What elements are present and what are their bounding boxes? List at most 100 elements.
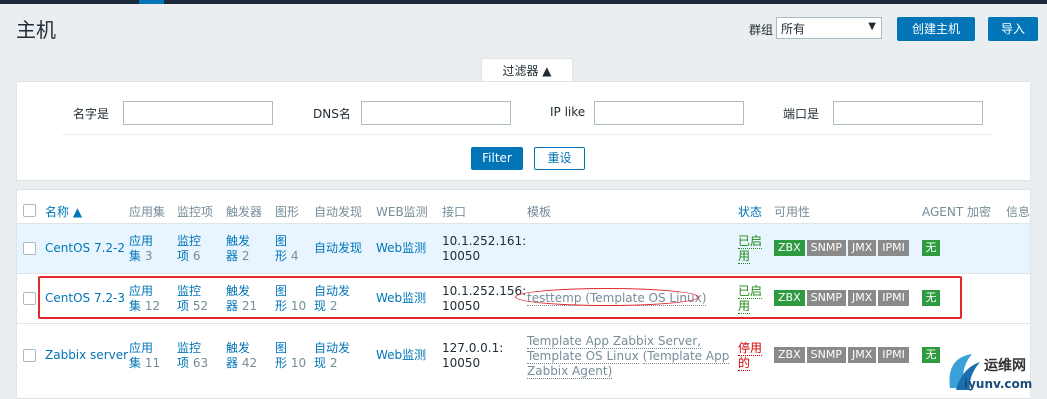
- ip-filter-input[interactable]: [594, 101, 744, 125]
- triggers-label: 触发: [226, 234, 251, 248]
- discovery-label-2: 现: [314, 356, 327, 370]
- header-applications: 应用集: [129, 205, 166, 219]
- graphs-label-2: 形: [275, 249, 288, 263]
- interface-ip: 127.0.0.1:: [442, 341, 504, 355]
- graphs-link[interactable]: 图形 4: [275, 234, 298, 264]
- ipmi-badge: IPMI: [878, 240, 909, 256]
- status-text-2: 用: [738, 249, 751, 264]
- items-label: 监控: [177, 234, 202, 248]
- port-filter-label: 端口是: [783, 107, 820, 121]
- triggers-count: 42: [241, 356, 258, 370]
- jmx-badge: JMX: [847, 240, 877, 256]
- snmp-badge: SNMP: [806, 347, 846, 363]
- interface-value: 127.0.0.1: 10050: [442, 341, 503, 371]
- encryption-badge: 无: [922, 347, 940, 363]
- graphs-count: 4: [290, 249, 299, 263]
- encryption-badge: 无: [922, 240, 940, 256]
- applications-count: 3: [144, 249, 153, 263]
- filter-tab[interactable]: 过滤器 ▲: [481, 58, 573, 82]
- host-name-link[interactable]: CentOS 7.2-2: [45, 241, 125, 256]
- select-all-checkbox[interactable]: [23, 204, 36, 217]
- watermark-url: iyunv.com: [964, 377, 1033, 391]
- dns-filter-input[interactable]: [361, 101, 511, 125]
- header-items: 监控项: [177, 205, 214, 219]
- reset-button[interactable]: 重设: [534, 147, 585, 170]
- ipmi-badge: IPMI: [878, 347, 909, 363]
- header-graphs: 图形: [275, 205, 300, 219]
- status-text-2: 的: [738, 356, 751, 371]
- items-count: 63: [192, 356, 209, 370]
- graphs-label-2: 形: [275, 356, 288, 370]
- template-parent-link[interactable]: Zabbix Agent): [527, 364, 613, 379]
- header-discovery: 自动发现: [314, 205, 363, 219]
- group-select-value: 所有: [781, 22, 806, 36]
- header-triggers: 触发器: [226, 205, 263, 219]
- status-text: 已启: [738, 234, 763, 249]
- triggers-link[interactable]: 触发器 42: [226, 341, 257, 371]
- triggers-link[interactable]: 触发器 2: [226, 234, 250, 264]
- row-checkbox[interactable]: [23, 292, 36, 305]
- page-title: 主机: [16, 18, 56, 42]
- import-button[interactable]: 导入: [988, 17, 1038, 41]
- applications-link[interactable]: 应用集 11: [129, 341, 160, 371]
- zbx-badge: ZBX: [774, 240, 805, 256]
- row-checkbox[interactable]: [23, 242, 36, 255]
- header-info: 信息: [1006, 205, 1031, 219]
- filter-button[interactable]: Filter: [471, 147, 523, 170]
- status-link[interactable]: 停用的: [738, 341, 763, 371]
- template-link[interactable]: Template App Zabbix Server,: [527, 334, 702, 349]
- availability-badges: ZBX SNMP JMX IPMI: [774, 240, 911, 256]
- graphs-link[interactable]: 图形 10: [275, 341, 306, 371]
- template-parent-link[interactable]: (Template App: [642, 349, 730, 364]
- triggers-label: 触发: [226, 341, 251, 355]
- triggers-count: 2: [241, 249, 250, 263]
- applications-label: 应用: [129, 234, 154, 248]
- port-filter-input[interactable]: [833, 101, 983, 125]
- graphs-label: 图: [275, 341, 288, 355]
- jmx-badge: JMX: [847, 347, 877, 363]
- header-status[interactable]: 状态: [738, 203, 762, 220]
- applications-label-2: 集: [129, 249, 142, 263]
- discovery-label: 自动发: [314, 341, 351, 355]
- create-host-button[interactable]: 创建主机: [897, 17, 975, 41]
- items-label-2: 项: [177, 249, 190, 263]
- header-name[interactable]: 名称 ▲: [45, 203, 82, 220]
- header-availability: 可用性: [774, 205, 811, 219]
- applications-label-2: 集: [129, 356, 142, 370]
- applications-link[interactable]: 应用集 3: [129, 234, 153, 264]
- filter-divider: [62, 134, 992, 135]
- header-web: WEB监测: [376, 205, 428, 219]
- group-label: 群组: [749, 23, 774, 37]
- filter-panel: 名字是 DNS名 IP like 端口是 Filter 重设: [16, 81, 1031, 181]
- web-link[interactable]: Web监测: [376, 241, 426, 256]
- zbx-badge: ZBX: [774, 347, 805, 363]
- interface-port: 10050: [442, 356, 481, 370]
- web-link[interactable]: Web监测: [376, 348, 426, 363]
- header-templates: 模板: [527, 205, 552, 219]
- name-filter-input[interactable]: [123, 101, 273, 125]
- name-filter-label: 名字是: [73, 107, 110, 121]
- watermark-text: 运维网: [984, 358, 1026, 374]
- discovery-count: 2: [329, 356, 338, 370]
- discovery-link[interactable]: 自动发现 2: [314, 341, 350, 371]
- dns-filter-label: DNS名: [313, 107, 351, 121]
- row-checkbox[interactable]: [23, 349, 36, 362]
- items-label: 监控: [177, 341, 202, 355]
- discovery-link[interactable]: 自动发现: [314, 241, 362, 256]
- chevron-down-icon: ▼: [868, 21, 876, 32]
- triggers-label-2: 器: [226, 249, 239, 263]
- host-name-link[interactable]: Zabbix server: [45, 348, 128, 363]
- group-select[interactable]: 所有 ▼: [776, 17, 882, 39]
- header-interface: 接口: [442, 205, 467, 219]
- snmp-badge: SNMP: [806, 240, 846, 256]
- applications-count: 11: [144, 356, 161, 370]
- template-link[interactable]: Template OS Linux: [527, 349, 639, 364]
- annotation-highlight-box: [38, 276, 962, 319]
- status-link[interactable]: 已启用: [738, 234, 763, 264]
- interface-ip: 10.1.252.161:: [442, 234, 527, 248]
- graphs-count: 10: [290, 356, 307, 370]
- table-row: Zabbix server 应用集 11 监控项 63 触发器 42 图形 10…: [17, 323, 1030, 387]
- annotation-oval: [515, 288, 699, 306]
- items-link[interactable]: 监控项 63: [177, 341, 208, 371]
- items-link[interactable]: 监控项 6: [177, 234, 201, 264]
